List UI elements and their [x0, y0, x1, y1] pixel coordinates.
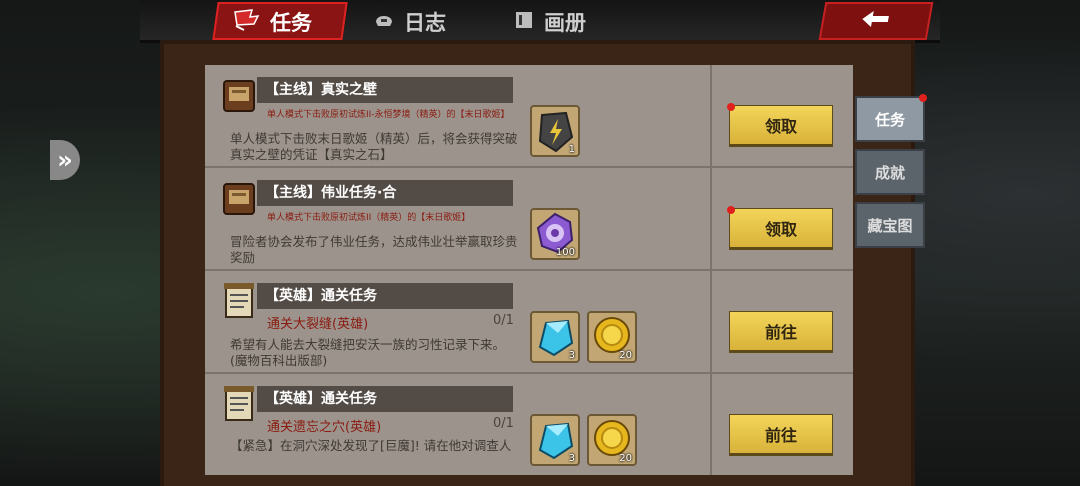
- side-tab-achievements[interactable]: 成就: [855, 149, 925, 195]
- button-label: 领取: [764, 220, 797, 239]
- reward-item[interactable]: 3: [530, 311, 580, 363]
- quest-list-panel[interactable]: 【主线】真实之壁 单人模式下击败原初试炼II-永恒梦境（精英）的【末日歌姬】 单…: [205, 65, 853, 475]
- side-tab-treasure-map[interactable]: 藏宝图: [855, 202, 925, 248]
- reward-count: 3: [568, 453, 575, 464]
- reward-count: 20: [619, 350, 632, 361]
- back-button[interactable]: [818, 2, 934, 40]
- claim-button[interactable]: 领取: [727, 103, 833, 145]
- reward-item[interactable]: 20: [587, 311, 637, 363]
- chevron-right-icon: »: [57, 146, 73, 174]
- quest-row: 【主线】伟业任务·合 单人模式下击败原初试炼II（精英）的【末日歌姬】 冒险者协…: [205, 168, 853, 271]
- reward-item[interactable]: 3: [530, 414, 580, 466]
- goto-button[interactable]: 前往: [729, 311, 833, 351]
- quest-description: 单人模式下击败末日歌姬（精英）后，将会获得突破真实之壁的凭证【真实之石】: [230, 131, 518, 162]
- reward-item[interactable]: 1: [530, 105, 580, 157]
- tab-label: 日志: [404, 11, 446, 35]
- button-label: 前往: [764, 426, 797, 445]
- quest-title: 【英雄】通关任务: [257, 283, 513, 309]
- quest-objective: 单人模式下击败原初试炼II（精英）的【末日歌姬】: [267, 213, 471, 223]
- quest-book-icon: [220, 73, 260, 117]
- reward-item[interactable]: 100: [530, 208, 580, 260]
- quest-objective: 通关遗忘之穴(英雄): [267, 420, 382, 435]
- quest-description: 希望有人能去大裂缝把安沃一族的习性记录下来。(魔物百科出版部): [230, 337, 506, 368]
- tab-label: 画册: [544, 11, 586, 35]
- quest-title: 【英雄】通关任务: [257, 386, 513, 412]
- reward-item[interactable]: 20: [587, 414, 637, 466]
- side-tab-label: 任务: [874, 110, 905, 129]
- side-tab-tasks[interactable]: 任务: [855, 94, 927, 142]
- reward-count: 1: [568, 144, 575, 155]
- quest-row: 【英雄】通关任务 通关遗忘之穴(英雄) 0/1 【紧急】在洞穴深处发现了[巨魔]…: [205, 374, 853, 475]
- notification-dot: [727, 103, 735, 111]
- quest-scroll-icon: [220, 279, 260, 323]
- quest-description: 冒险者协会发布了伟业任务，达成伟业壮举赢取珍贵奖励: [230, 234, 518, 265]
- quest-objective: 单人模式下击败原初试炼II-永恒梦境（精英）的【末日歌姬】: [267, 110, 510, 120]
- quest-scroll-icon: [220, 382, 260, 426]
- reward-count: 3: [568, 350, 575, 361]
- quest-book-icon: [220, 176, 260, 220]
- quest-row: 【英雄】通关任务 通关大裂缝(英雄) 0/1 希望有人能去大裂缝把安沃一族的习性…: [205, 271, 853, 374]
- button-label: 领取: [764, 117, 797, 136]
- flag-icon: [232, 8, 262, 37]
- back-arrow-icon: [854, 7, 899, 35]
- notification-dot: [727, 206, 735, 214]
- quest-progress: 0/1: [493, 313, 514, 328]
- quest-progress: 0/1: [493, 416, 514, 431]
- side-tab-label: 藏宝图: [867, 216, 913, 235]
- book-icon: [512, 8, 536, 37]
- helmet-icon: [372, 8, 396, 37]
- quest-title: 【主线】真实之壁: [257, 77, 513, 103]
- tab-tasks[interactable]: 任务: [232, 0, 312, 44]
- quest-description: 【紧急】在洞穴深处发现了[巨魔]! 请在他对调查人: [230, 438, 512, 453]
- quest-row: 【主线】真实之壁 单人模式下击败原初试炼II-永恒梦境（精英）的【末日歌姬】 单…: [205, 65, 853, 168]
- quest-objective: 通关大裂缝(英雄): [267, 317, 369, 332]
- notification-dot: [919, 94, 927, 102]
- button-label: 前往: [764, 323, 797, 342]
- goto-button[interactable]: 前往: [729, 414, 833, 454]
- quest-title: 【主线】伟业任务·合: [257, 180, 513, 206]
- reward-count: 100: [555, 247, 575, 258]
- tab-label: 任务: [270, 11, 312, 35]
- reward-count: 20: [619, 453, 632, 464]
- side-tab-label: 成就: [874, 163, 905, 182]
- tab-album[interactable]: 画册: [512, 0, 586, 44]
- tab-journal[interactable]: 日志: [372, 0, 446, 44]
- claim-button[interactable]: 领取: [727, 206, 833, 248]
